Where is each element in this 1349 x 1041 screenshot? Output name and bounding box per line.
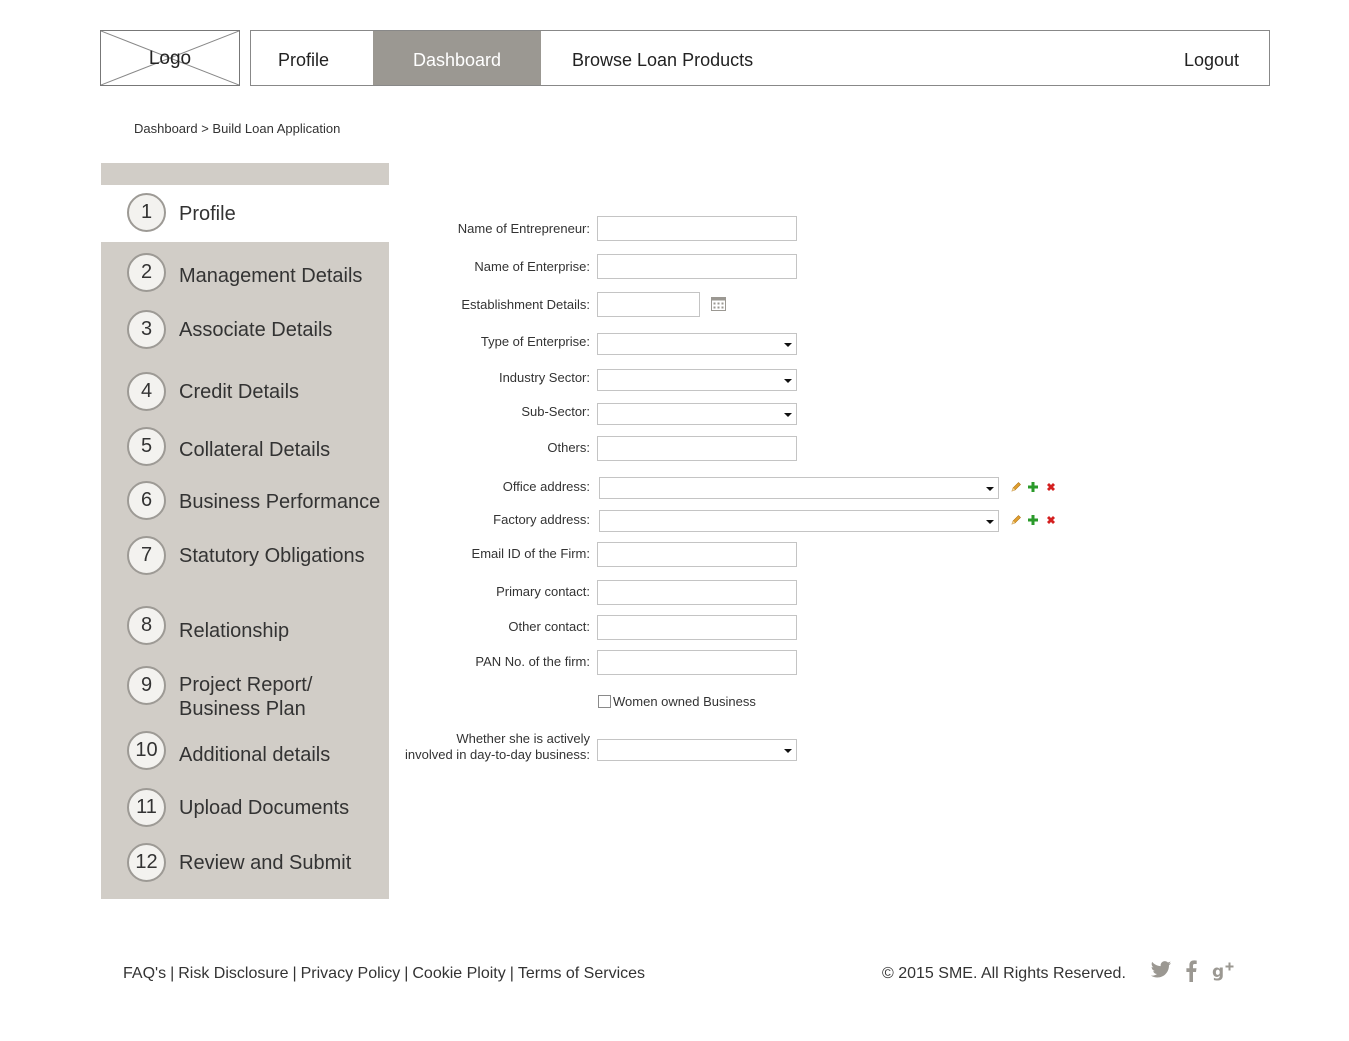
name-of-enterprise-input[interactable] (597, 254, 797, 279)
women-owned-row: Women owned Business (598, 694, 756, 709)
label-other-contact: Other contact: (508, 619, 590, 634)
step-number: 6 (127, 481, 166, 520)
step-label: Collateral Details (179, 439, 331, 461)
factory-address-actions (1010, 513, 1058, 531)
others-input[interactable] (597, 436, 797, 461)
establishment-details-input[interactable] (597, 292, 700, 317)
footer-links: FAQ's | Risk Disclosure | Privacy Policy | Coo… (123, 965, 645, 983)
step-label: Credit Details (179, 381, 300, 403)
footer-separator: | (404, 965, 409, 982)
logo[interactable]: Logo (100, 30, 240, 86)
label-establishment-details: Establishment Details: (461, 297, 590, 312)
step-label: Business Performance (179, 491, 381, 513)
step-label: Review and Submit (179, 852, 352, 874)
chevron-down-icon (784, 379, 792, 383)
footer-link-faqs[interactable]: FAQ's (123, 965, 166, 982)
calendar-icon[interactable] (711, 296, 726, 311)
step-number: 3 (127, 310, 166, 349)
label-factory-address: Factory address: (493, 512, 590, 527)
label-industry-sector: Industry Sector: (498, 370, 590, 385)
sidebar-header (101, 163, 389, 185)
step-number: 11 (127, 788, 166, 827)
close-icon[interactable] (1045, 513, 1057, 531)
office-address-actions (1010, 480, 1058, 498)
actively-involved-select[interactable] (597, 739, 797, 761)
sub-sector-select[interactable] (597, 403, 797, 425)
email-id-input[interactable] (597, 542, 797, 567)
google-plus-icon[interactable]: g (1212, 960, 1236, 982)
nav-profile[interactable]: Profile (278, 31, 329, 85)
primary-contact-input[interactable] (597, 580, 797, 605)
step-number: 12 (127, 843, 166, 882)
footer-link-cookie-policy[interactable]: Cookie Ploity (412, 965, 505, 982)
step-number: 8 (127, 606, 166, 645)
step-label: Profile (179, 203, 236, 225)
label-actively-involved-line1: Whether she is actively (456, 731, 590, 746)
step-number: 10 (127, 731, 166, 770)
breadcrumb: Dashboard > Build Loan Application (134, 121, 341, 136)
label-primary-contact: Primary contact: (496, 584, 590, 599)
chevron-down-icon (784, 343, 792, 347)
facebook-icon[interactable] (1184, 960, 1198, 982)
chevron-down-icon (986, 520, 994, 524)
footer-link-terms-of-services[interactable]: Terms of Services (518, 965, 645, 982)
nav-logout[interactable]: Logout (1184, 31, 1239, 85)
factory-address-select[interactable] (599, 510, 999, 532)
step-label: Relationship (179, 620, 290, 642)
step-label: Statutory Obligations (179, 545, 365, 567)
step-label: Associate Details (179, 319, 333, 341)
other-contact-input[interactable] (597, 615, 797, 640)
footer-link-risk-disclosure[interactable]: Risk Disclosure (178, 965, 288, 982)
label-others: Others: (547, 440, 590, 455)
label-sub-sector: Sub-Sector: (521, 404, 590, 419)
step-label-line1: Project Report/ (179, 674, 313, 696)
chevron-down-icon (784, 413, 792, 417)
label-type-of-enterprise: Type of Enterprise: (480, 334, 590, 349)
office-address-select[interactable] (599, 477, 999, 499)
label-name-of-entrepreneur: Name of Entrepreneur: (457, 221, 590, 236)
label-name-of-enterprise: Name of Enterprise: (474, 259, 590, 274)
nav-dashboard[interactable]: Dashboard (373, 31, 541, 85)
label-actively-involved-line2: involved in day-to-day business: (405, 747, 590, 762)
label-office-address: Office address: (502, 479, 590, 494)
women-owned-checkbox[interactable] (598, 695, 611, 708)
twitter-icon[interactable] (1150, 960, 1172, 980)
chevron-down-icon (986, 487, 994, 491)
label-pan-no: PAN No. of the firm: (475, 654, 590, 669)
pan-no-input[interactable] (597, 650, 797, 675)
step-label: Additional details (179, 744, 331, 766)
label-email-id: Email ID of the Firm: (471, 546, 590, 561)
step-label: Upload Documents (179, 797, 350, 819)
svg-text:g: g (1212, 962, 1224, 982)
pencil-icon[interactable] (1010, 480, 1022, 498)
footer-separator: | (509, 965, 514, 982)
step-label: Management Details (179, 265, 363, 287)
copyright: © 2015 SME. All Rights Reserved. (882, 965, 1126, 982)
step-number: 4 (127, 372, 166, 411)
logo-text: Logo (148, 48, 192, 69)
step-number: 1 (127, 193, 166, 232)
step-number: 5 (127, 427, 166, 466)
plus-icon[interactable] (1027, 480, 1039, 498)
type-of-enterprise-select[interactable] (597, 333, 797, 355)
women-owned-label: Women owned Business (613, 694, 756, 709)
step-number: 9 (127, 666, 166, 705)
top-navbar: Profile Dashboard Browse Loan Products L… (250, 30, 1270, 86)
name-of-entrepreneur-input[interactable] (597, 216, 797, 241)
plus-icon[interactable] (1027, 513, 1039, 531)
close-icon[interactable] (1045, 480, 1057, 498)
step-label-line2: Business Plan (179, 698, 306, 720)
nav-browse-loan-products[interactable]: Browse Loan Products (572, 31, 753, 85)
pencil-icon[interactable] (1010, 513, 1022, 531)
label-actively-involved: Whether she is actively involved in day-… (405, 731, 590, 763)
footer-separator: | (292, 965, 297, 982)
chevron-down-icon (784, 749, 792, 753)
step-number: 7 (127, 536, 166, 575)
step-number: 2 (127, 253, 166, 292)
footer-link-privacy-policy[interactable]: Privacy Policy (301, 965, 401, 982)
footer-separator: | (170, 965, 175, 982)
industry-sector-select[interactable] (597, 369, 797, 391)
